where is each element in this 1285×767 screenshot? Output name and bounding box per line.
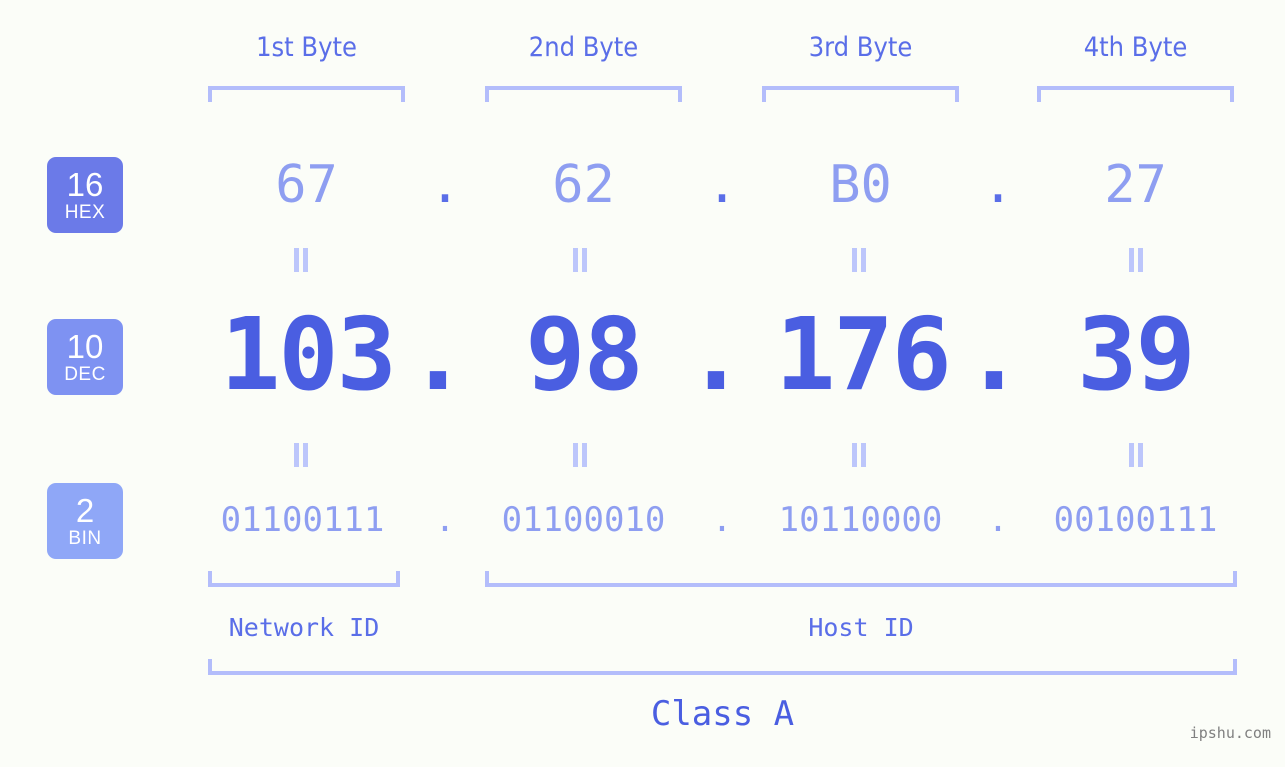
equals-mark-dec-bin-3	[851, 443, 867, 467]
radix-badge-bin-number: 2	[75, 492, 95, 529]
radix-badge-bin-label: BIN	[68, 528, 102, 549]
hex-octet-2: 62	[552, 155, 615, 215]
radix-badge-hex-label: HEX	[64, 202, 106, 223]
hex-octet-1: 67	[275, 155, 338, 215]
bin-separator-1: .	[434, 500, 456, 540]
equals-mark-dec-bin-4	[1128, 443, 1144, 467]
ip-address-breakdown-diagram: 1st Byte 2nd Byte 3rd Byte 4th Byte 16 H…	[0, 0, 1285, 767]
bin-octet-1: 01100111	[220, 500, 385, 540]
radix-badge-dec-number: 10	[66, 328, 104, 365]
byte-bracket-4	[1037, 86, 1234, 102]
site-watermark: ipshu.com	[1189, 724, 1271, 742]
bin-separator-2: .	[711, 500, 733, 540]
equals-mark-hex-dec-3	[851, 248, 867, 272]
bin-separator-3: .	[987, 500, 1009, 540]
radix-badge-dec-label: DEC	[64, 364, 106, 385]
dec-separator-1: .	[407, 296, 469, 413]
class-label: Class A	[650, 694, 795, 734]
dec-octet-3: 176	[775, 296, 952, 413]
equals-mark-hex-dec-1	[293, 248, 309, 272]
equals-mark-hex-dec-2	[572, 248, 588, 272]
host-id-label: Host ID	[808, 613, 914, 642]
hex-octet-4: 27	[1104, 155, 1167, 215]
host-id-bracket	[485, 571, 1237, 587]
hex-separator-1: .	[429, 155, 461, 215]
radix-badge-hex: 16 HEX	[47, 157, 123, 233]
network-id-bracket	[208, 571, 400, 587]
byte-header-3: 3rd Byte	[808, 32, 913, 63]
bin-octet-2: 01100010	[501, 500, 666, 540]
class-bracket	[208, 659, 1237, 675]
dec-octet-2: 98	[525, 296, 643, 413]
byte-bracket-1	[208, 86, 405, 102]
byte-header-4: 4th Byte	[1083, 32, 1188, 63]
dec-octet-1: 103	[220, 296, 397, 413]
byte-header-2: 2nd Byte	[528, 32, 639, 63]
equals-mark-dec-bin-1	[293, 443, 309, 467]
radix-badge-hex-number: 16	[66, 166, 104, 203]
dec-octet-4: 39	[1077, 296, 1195, 413]
dec-separator-3: .	[963, 296, 1025, 413]
hex-separator-3: .	[982, 155, 1014, 215]
network-id-label: Network ID	[228, 613, 380, 642]
radix-badge-dec: 10 DEC	[47, 319, 123, 395]
byte-bracket-2	[485, 86, 682, 102]
equals-mark-hex-dec-4	[1128, 248, 1144, 272]
byte-header-1: 1st Byte	[256, 32, 357, 63]
dec-separator-2: .	[685, 296, 747, 413]
bin-octet-3: 10110000	[778, 500, 943, 540]
hex-octet-3: B0	[829, 155, 892, 215]
bin-octet-4: 00100111	[1053, 500, 1218, 540]
hex-separator-2: .	[706, 155, 738, 215]
radix-badge-bin: 2 BIN	[47, 483, 123, 559]
byte-bracket-3	[762, 86, 959, 102]
equals-mark-dec-bin-2	[572, 443, 588, 467]
